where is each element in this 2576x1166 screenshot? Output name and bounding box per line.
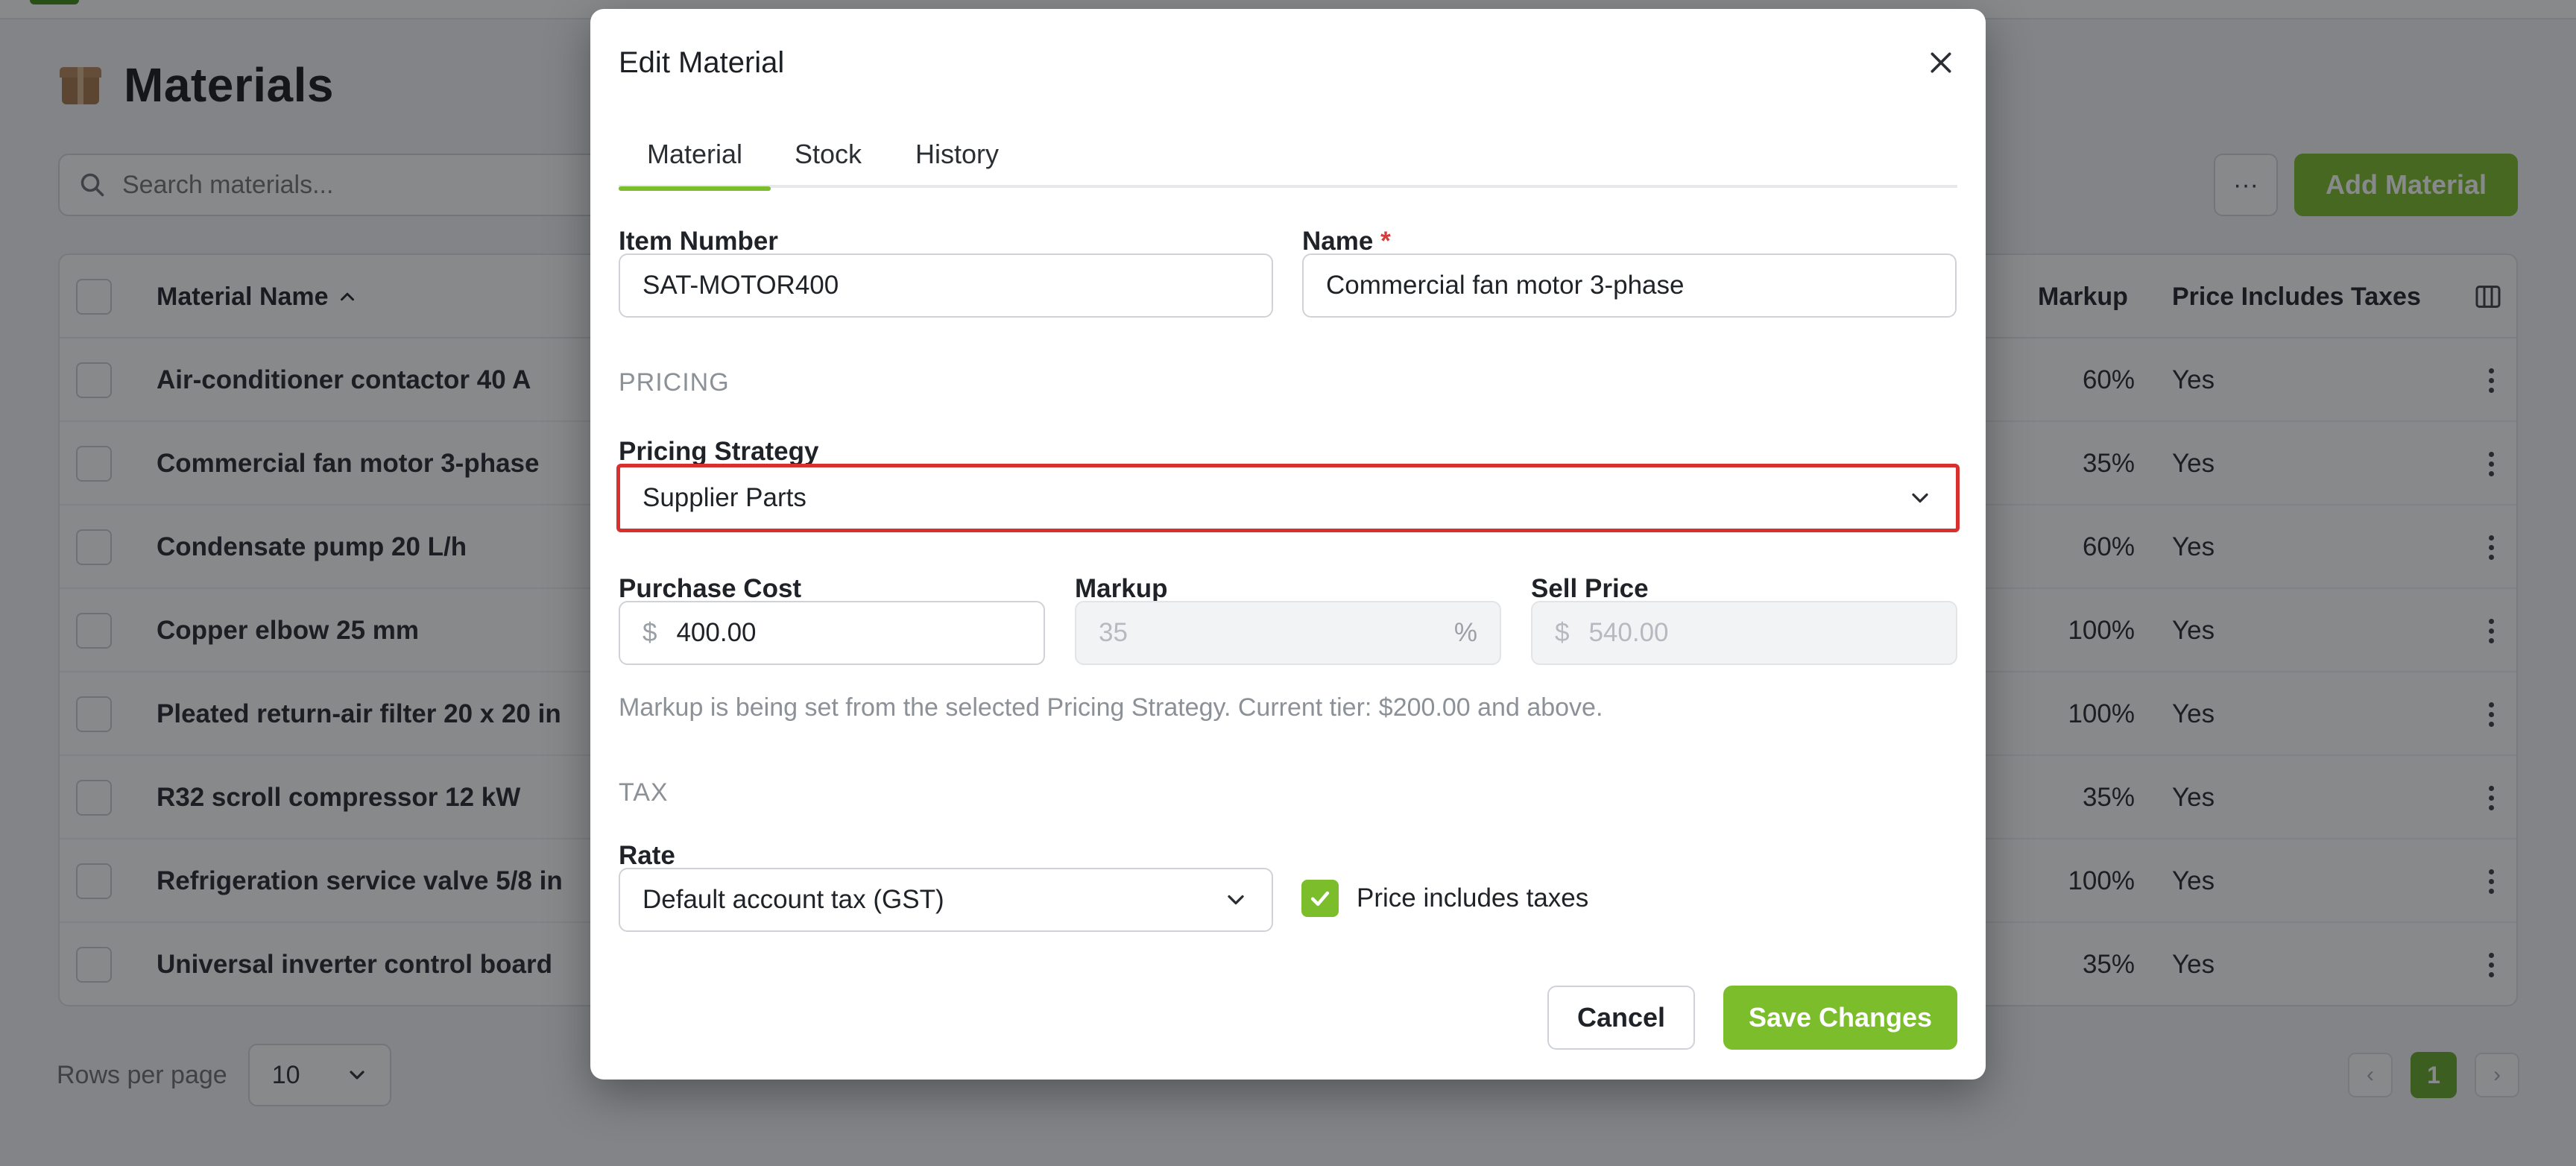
item-number-label: Item Number xyxy=(619,227,778,256)
percent-suffix: % xyxy=(1453,618,1477,647)
markup-field: 35 % xyxy=(1075,601,1501,665)
tab-stock[interactable]: Stock xyxy=(795,121,862,188)
check-icon xyxy=(1310,891,1330,907)
edit-material-dialog: Edit Material Material Stock History Ite… xyxy=(590,9,1986,1080)
item-number-value: SAT-MOTOR400 xyxy=(643,271,839,300)
name-label: Name * xyxy=(1302,227,1391,256)
price-includes-taxes-checkbox[interactable] xyxy=(1301,880,1339,917)
save-changes-button[interactable]: Save Changes xyxy=(1723,986,1957,1050)
sell-price-label: Sell Price xyxy=(1531,574,1649,603)
purchase-cost-label: Purchase Cost xyxy=(619,574,802,603)
purchase-cost-value: 400.00 xyxy=(676,618,757,647)
tax-rate-select[interactable]: Default account tax (GST) xyxy=(619,868,1273,932)
name-label-text: Name xyxy=(1302,227,1374,256)
currency-prefix: $ xyxy=(643,618,657,647)
name-field[interactable]: Commercial fan motor 3-phase xyxy=(1302,253,1957,318)
purchase-cost-field[interactable]: $ 400.00 xyxy=(619,601,1045,665)
currency-prefix: $ xyxy=(1555,618,1570,647)
item-number-field[interactable]: SAT-MOTOR400 xyxy=(619,253,1273,318)
pricing-strategy-label: Pricing Strategy xyxy=(619,437,819,466)
pricing-strategy-select[interactable]: Supplier Parts xyxy=(616,464,1960,532)
required-marker: * xyxy=(1380,227,1391,256)
markup-value: 35 xyxy=(1099,618,1128,647)
price-includes-taxes-label: Price includes taxes xyxy=(1357,883,1589,913)
tax-rate-value: Default account tax (GST) xyxy=(643,885,944,914)
tax-section-heading: TAX xyxy=(619,778,669,807)
name-value: Commercial fan motor 3-phase xyxy=(1326,271,1685,300)
markup-label: Markup xyxy=(1075,574,1168,603)
tab-material[interactable]: Material xyxy=(618,121,771,191)
pricing-strategy-value: Supplier Parts xyxy=(643,483,806,512)
pricing-help-text: Markup is being set from the selected Pr… xyxy=(619,693,1603,722)
tab-history[interactable]: History xyxy=(915,121,999,188)
cancel-button[interactable]: Cancel xyxy=(1547,986,1695,1050)
chevron-down-icon xyxy=(1228,895,1244,905)
dialog-title: Edit Material xyxy=(619,46,785,79)
chevron-down-icon xyxy=(1912,493,1928,503)
pricing-section-heading: PRICING xyxy=(619,368,730,397)
sell-price-field: $ 540.00 xyxy=(1531,601,1957,665)
sell-price-value: 540.00 xyxy=(1588,618,1669,647)
rate-label: Rate xyxy=(619,841,675,870)
close-icon[interactable] xyxy=(1926,48,1956,78)
price-includes-taxes-option[interactable]: Price includes taxes xyxy=(1301,866,1588,930)
dialog-tabs: Material Stock History xyxy=(618,121,1957,191)
